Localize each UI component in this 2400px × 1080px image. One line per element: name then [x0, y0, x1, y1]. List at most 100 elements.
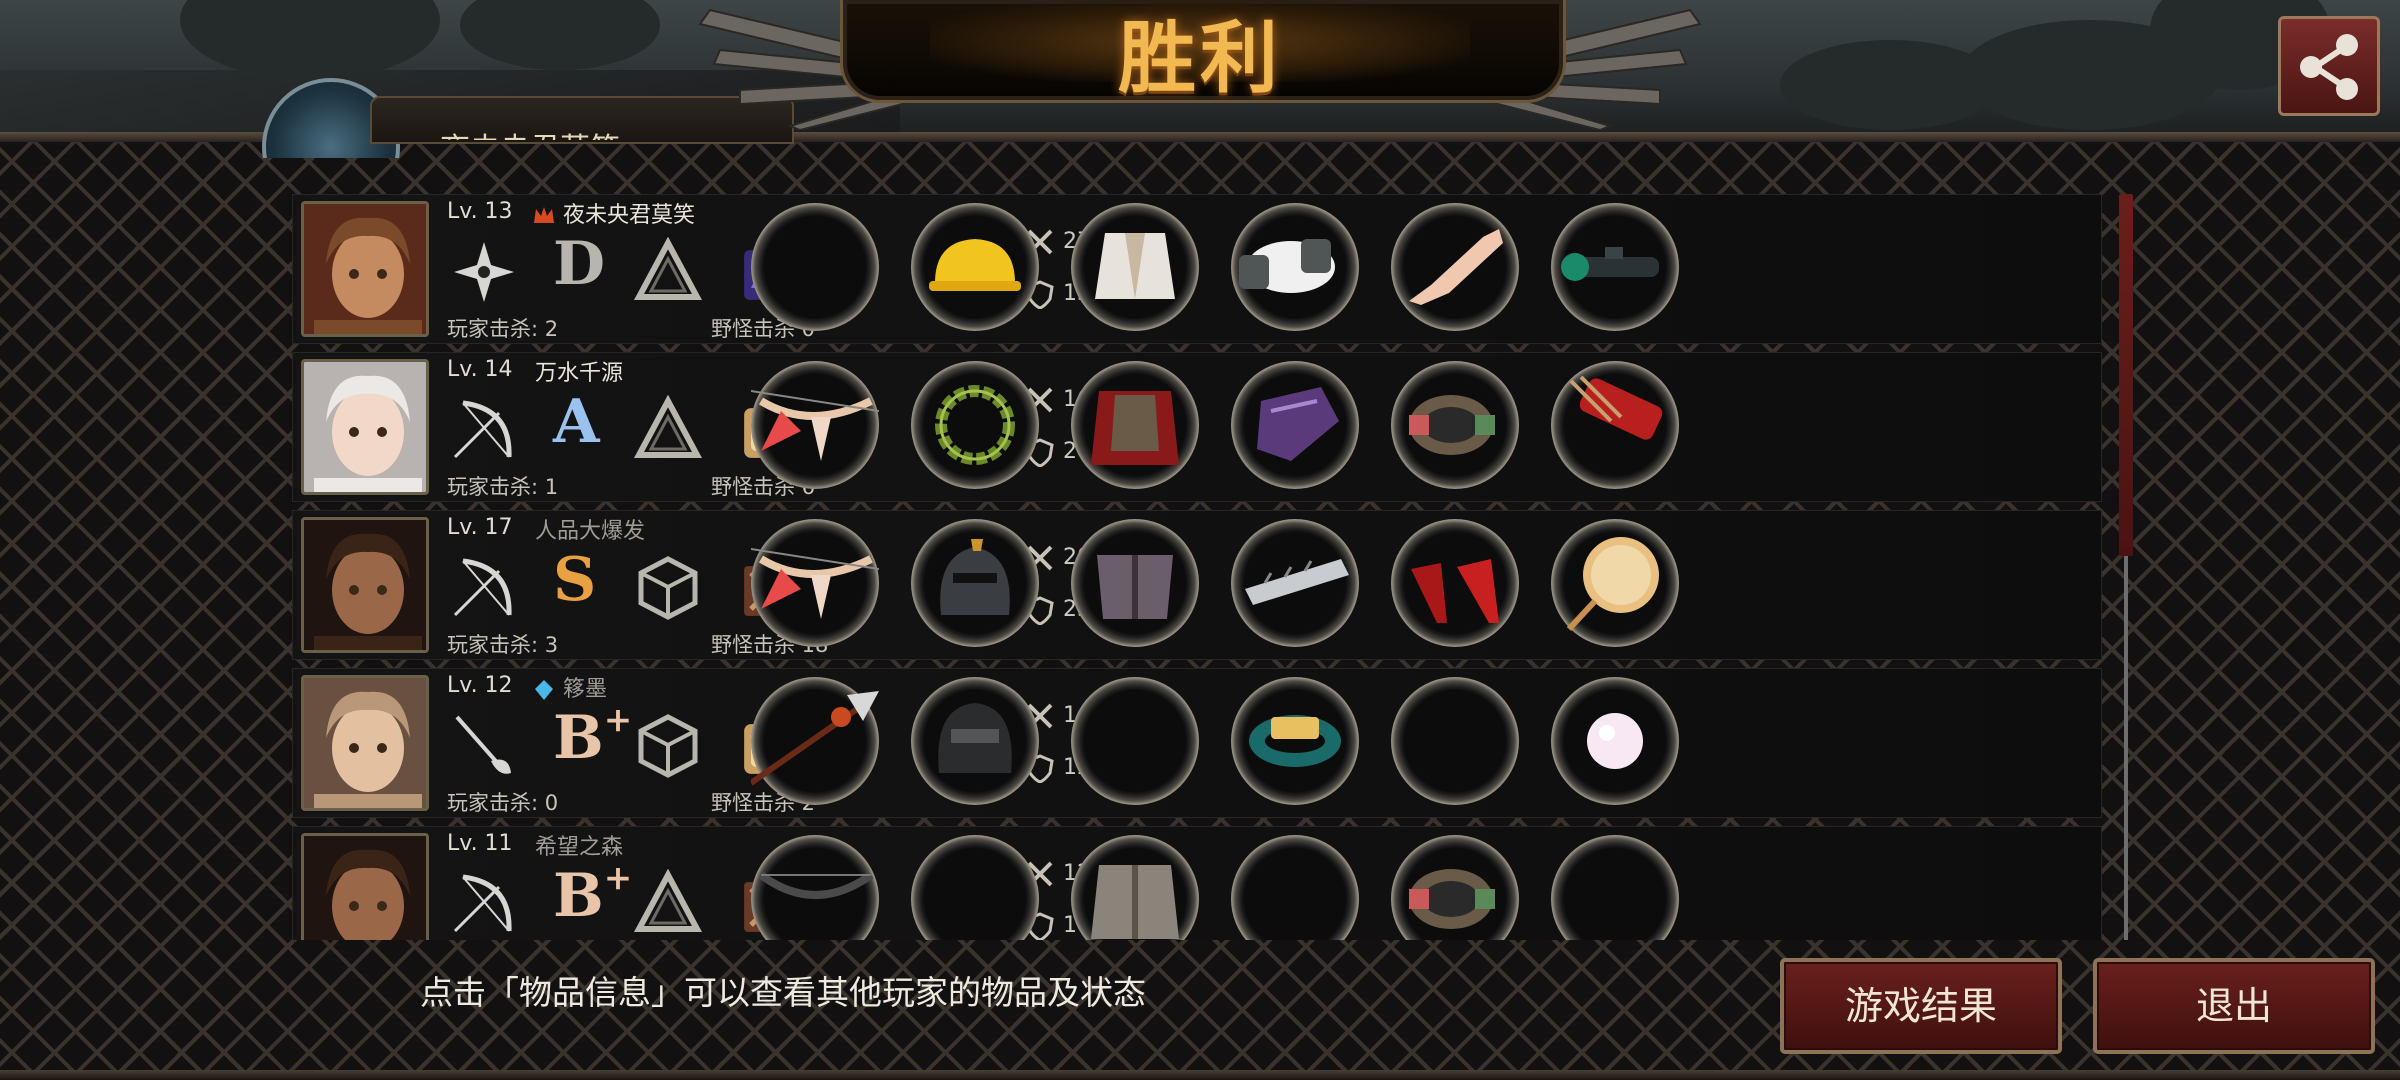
player-kills: 玩家击杀: 3 — [447, 633, 559, 657]
player-row[interactable]: Lv. 13 夜未央君莫笑 D 玩家击杀: 2 野怪击杀 0 27 136 — [292, 194, 2102, 344]
item-slot[interactable] — [1071, 677, 1199, 805]
hint-text: 点击「物品信息」可以查看其他玩家的物品及状态 — [420, 973, 1146, 1012]
item-slot[interactable] — [1391, 203, 1519, 331]
player-grade: A — [553, 387, 600, 457]
player-row[interactable]: Lv. 12 簃墨 B+ 玩家击杀: 0 野怪击杀 2 146 128 — [292, 668, 2102, 818]
bracelet-icon — [1249, 715, 1341, 767]
item-slot[interactable] — [1551, 203, 1679, 331]
black-bow-icon — [758, 871, 874, 899]
game-results-button[interactable]: 游戏结果 — [1780, 958, 2062, 1054]
item-slot[interactable] — [911, 361, 1039, 489]
item-slot[interactable] — [1231, 361, 1359, 489]
player-grade: B+ — [553, 858, 633, 931]
item-slot[interactable] — [911, 203, 1039, 331]
armor-white-icon — [1095, 233, 1175, 299]
grade-letter: S — [553, 545, 597, 615]
player-portrait[interactable] — [301, 359, 429, 495]
item-slot[interactable] — [1071, 519, 1199, 647]
player-portrait[interactable] — [301, 517, 429, 653]
player-grade: D — [553, 229, 605, 299]
steel-armor-icon — [1091, 865, 1179, 939]
winged-bow-icon — [751, 548, 879, 619]
helmet-hardhat-icon — [929, 239, 1021, 291]
exit-button[interactable]: 退出 — [2093, 958, 2375, 1054]
triangle-rank-icon — [633, 869, 703, 932]
item-slot[interactable] — [1551, 361, 1679, 489]
item-slot[interactable] — [751, 519, 879, 647]
player-portrait[interactable] — [301, 833, 429, 940]
player-name: 希望之森 — [535, 835, 624, 860]
player-portrait[interactable] — [301, 201, 429, 337]
player-level: Lv. 12 — [447, 673, 513, 698]
item-slot[interactable] — [1231, 203, 1359, 331]
player-name: 夜未央君莫笑 — [563, 203, 696, 228]
item-slot[interactable] — [1071, 361, 1199, 489]
player-row[interactable]: Lv. 14 万水千源 A 玩家击杀: 1 野怪击杀 6 165 240 — [292, 352, 2102, 502]
player-name: 人品大爆发 — [535, 519, 646, 544]
item-slot[interactable] — [1391, 677, 1519, 805]
item-slot[interactable] — [1391, 361, 1519, 489]
player-kills: 玩家击杀: 0 — [447, 791, 559, 815]
blade-bracer-icon — [1245, 559, 1349, 605]
triangle-rank-icon — [633, 395, 703, 458]
rapier-icon — [455, 715, 511, 774]
victory-title: 胜利 — [1117, 14, 1282, 104]
player-name: 万水千源 — [535, 361, 624, 386]
item-slot[interactable] — [751, 361, 879, 489]
item-slot[interactable] — [1071, 203, 1199, 331]
player-row[interactable]: Lv. 17 人品大爆发 S 玩家击杀: 3 野怪击杀 18 207 232 — [292, 510, 2102, 660]
item-slot[interactable] — [911, 835, 1039, 940]
player-row[interactable]: Lv. 11 希望之森 B+ 125 104 — [292, 826, 2102, 940]
crown-emblem-icon — [534, 207, 554, 223]
red-cape-armor-icon — [1091, 391, 1179, 465]
leg-icon — [1409, 229, 1503, 305]
grade-plus: + — [603, 858, 633, 898]
share-button[interactable] — [2278, 16, 2380, 116]
item-slot[interactable] — [1231, 677, 1359, 805]
item-slot[interactable] — [1551, 519, 1679, 647]
player-list[interactable]: Lv. 13 夜未央君莫笑 D 玩家击杀: 2 野怪击杀 0 27 136 Lv… — [290, 194, 2110, 940]
player-portrait[interactable] — [301, 675, 429, 811]
item-slot[interactable] — [911, 677, 1039, 805]
pearl-icon — [1587, 713, 1643, 769]
scrollbar-thumb[interactable] — [2119, 194, 2133, 556]
player-level: Lv. 11 — [447, 831, 513, 856]
player-kills: 玩家击杀: 2 — [447, 317, 559, 341]
item-slot[interactable] — [1551, 677, 1679, 805]
item-slot[interactable] — [1551, 835, 1679, 940]
item-slot[interactable] — [1231, 835, 1359, 940]
item-slot[interactable] — [1071, 835, 1199, 940]
grade-letter: A — [553, 387, 600, 457]
player-level: Lv. 17 — [447, 515, 513, 540]
diamond-emblem-icon — [535, 680, 553, 700]
bracer-white-icon — [1239, 239, 1335, 293]
item-slot[interactable] — [751, 835, 879, 940]
grade-letter: B — [553, 703, 604, 773]
player-name: 簃墨 — [563, 677, 608, 702]
player-kills: 玩家击杀: 1 — [447, 475, 559, 499]
item-slot[interactable] — [1391, 519, 1519, 647]
shuriken-icon — [454, 242, 514, 302]
winged-bow-icon — [751, 390, 879, 461]
portrait-mirror-icon — [1566, 537, 1659, 632]
player-level: Lv. 13 — [447, 199, 513, 224]
item-slot[interactable] — [1391, 835, 1519, 940]
grade-letter: D — [553, 229, 606, 299]
bow-icon — [453, 874, 512, 933]
scope-icon — [1561, 247, 1659, 281]
bangle-icon — [1409, 869, 1495, 929]
laurel-wreath-icon — [935, 385, 1015, 465]
item-slot[interactable] — [911, 519, 1039, 647]
item-slot[interactable] — [1231, 519, 1359, 647]
spear-icon — [751, 691, 879, 786]
share-icon — [2300, 34, 2358, 100]
purple-gauntlet-icon — [1257, 387, 1339, 461]
item-slot[interactable] — [751, 677, 879, 805]
item-slot[interactable] — [751, 203, 879, 331]
knight-helmet-icon — [940, 539, 1010, 615]
bow-icon — [453, 558, 512, 617]
plate-armor-icon — [1097, 555, 1173, 619]
grade-letter: B — [553, 861, 604, 931]
triangle-rank-icon — [633, 237, 703, 300]
grade-plus: + — [603, 700, 633, 740]
